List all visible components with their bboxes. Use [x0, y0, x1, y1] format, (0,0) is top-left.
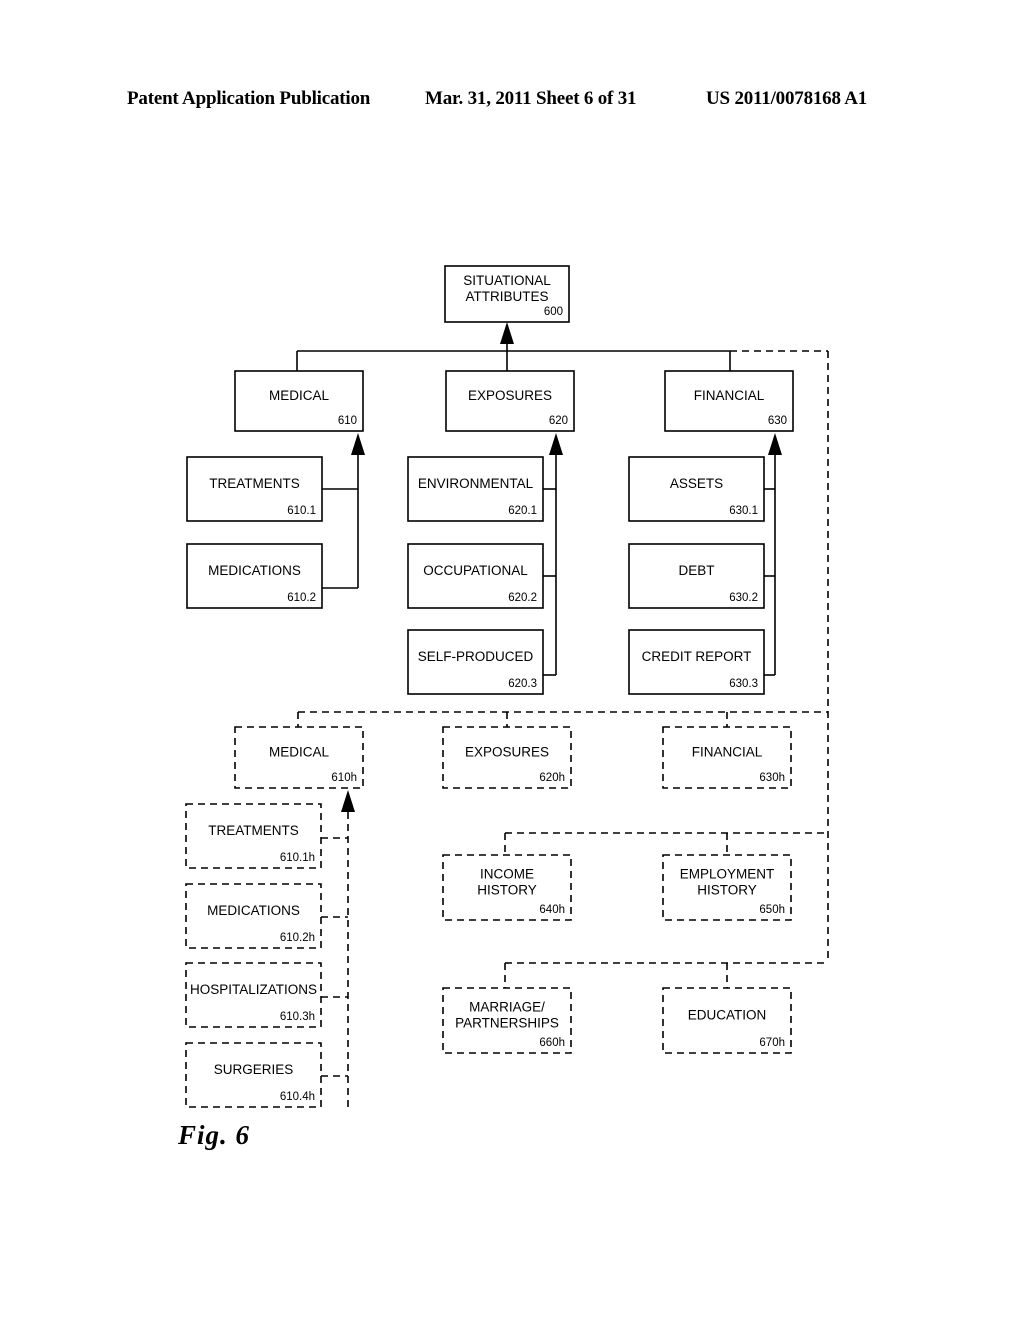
- diagram-node-n600[interactable]: SITUATIONALATTRIBUTES 600: [444, 265, 570, 323]
- arrowhead-to-610: [351, 433, 365, 455]
- diagram-node-n630_3[interactable]: CREDIT REPORT 630.3: [628, 629, 765, 695]
- node-label: ASSETS: [670, 476, 723, 491]
- node-label: MEDICAL: [269, 388, 330, 403]
- node-reference-number: 620.3: [508, 678, 537, 690]
- node-reference-number: 670h: [759, 1037, 785, 1049]
- node-label: FINANCIAL: [694, 388, 765, 403]
- diagram-node-n670h[interactable]: EDUCATION 670h: [662, 987, 792, 1054]
- diagram-node-n610_1[interactable]: TREATMENTS 610.1: [186, 456, 323, 522]
- diagram-canvas: SITUATIONALATTRIBUTES 600 MEDICAL 610 EXPOSU…: [185, 265, 829, 1110]
- diagram-node-n620[interactable]: EXPOSURES 620: [445, 370, 575, 432]
- node-reference-number: 620.1: [508, 505, 537, 517]
- node-label: MEDICATIONS: [207, 903, 300, 918]
- node-label: ENVIRONMENTAL: [418, 476, 534, 491]
- node-reference-number: 610.2h: [280, 932, 315, 944]
- node-label: HISTORY: [697, 883, 757, 898]
- node-reference-number: 610.1: [287, 505, 316, 517]
- diagram-node-n630_2[interactable]: DEBT 630.2: [628, 543, 765, 609]
- diagram-node-n630[interactable]: FINANCIAL630: [664, 370, 794, 432]
- node-reference-number: 640h: [539, 904, 565, 916]
- node-reference-number: 620: [549, 415, 568, 427]
- node-label: EDUCATION: [688, 1008, 767, 1023]
- node-label: SITUATIONAL: [463, 273, 551, 288]
- node-label: ATTRIBUTES: [465, 289, 548, 304]
- diagram-node-n620h[interactable]: EXPOSURES 620h: [442, 726, 572, 789]
- node-label: EXPOSURES: [468, 388, 552, 403]
- node-label: CREDIT REPORT: [642, 649, 752, 664]
- node-label: HISTORY: [477, 883, 537, 898]
- node-label: PARTNERSHIPS: [455, 1016, 559, 1031]
- node-reference-number: 650h: [759, 904, 785, 916]
- diagram-node-n610_3h[interactable]: HOSPITALIZATIONS 610.3h: [185, 962, 322, 1028]
- patent-figure-page: Patent Application Publication Mar. 31, …: [0, 0, 1024, 1320]
- node-reference-number: 660h: [539, 1037, 565, 1049]
- diagram-node-n630h[interactable]: FINANCIAL 630h: [662, 726, 792, 789]
- node-label: INCOME: [480, 867, 534, 882]
- diagram-node-n610h[interactable]: MEDICAL610h: [234, 726, 364, 789]
- diagram-nodes: SITUATIONALATTRIBUTES 600 MEDICAL 610 EXPOSU…: [185, 265, 794, 1108]
- diagram-node-n650h[interactable]: EMPLOYMENTHISTORY650h: [662, 854, 792, 921]
- node-label: DEBT: [678, 563, 714, 578]
- node-label: MEDICAL: [269, 745, 330, 760]
- arrowhead-to-620: [549, 433, 563, 455]
- node-reference-number: 630h: [759, 772, 785, 784]
- node-label: HOSPITALIZATIONS: [190, 982, 317, 997]
- diagram-node-n610_2h[interactable]: MEDICATIONS 610.2h: [185, 883, 322, 949]
- diagram-node-n640h[interactable]: INCOMEHISTORY640h: [442, 854, 572, 921]
- node-label: EMPLOYMENT: [680, 867, 775, 882]
- diagram-node-n620_1[interactable]: ENVIRONMENTAL 620.1: [407, 456, 544, 522]
- node-reference-number: 610: [338, 415, 357, 427]
- node-reference-number: 610.2: [287, 592, 316, 604]
- diagram-node-n610_2[interactable]: MEDICATIONS 610.2: [186, 543, 323, 609]
- node-reference-number: 630.3: [729, 678, 758, 690]
- node-label: SURGERIES: [214, 1062, 294, 1077]
- diagram-node-n610_1h[interactable]: TREATMENTS 610.1h: [185, 803, 322, 869]
- node-label: FINANCIAL: [692, 745, 763, 760]
- node-label: EXPOSURES: [465, 745, 549, 760]
- diagram-node-n630_1[interactable]: ASSETS 630.1: [628, 456, 765, 522]
- node-reference-number: 600: [544, 306, 563, 318]
- node-reference-number: 620.2: [508, 592, 537, 604]
- diagram-node-n620_3[interactable]: SELF-PRODUCED 620.3: [407, 629, 544, 695]
- arrowhead-to-600: [500, 322, 514, 344]
- node-label: MARRIAGE/: [469, 1000, 545, 1015]
- node-reference-number: 610h: [331, 772, 357, 784]
- node-reference-number: 610.3h: [280, 1011, 315, 1023]
- node-label: TREATMENTS: [209, 476, 300, 491]
- node-reference-number: 630: [768, 415, 787, 427]
- node-label: SELF-PRODUCED: [418, 649, 534, 664]
- node-reference-number: 630.2: [729, 592, 758, 604]
- diagram-node-n620_2[interactable]: OCCUPATIONAL 620.2: [407, 543, 544, 609]
- diagram-node-n610_4h[interactable]: SURGERIES 610.4h: [185, 1042, 322, 1108]
- node-reference-number: 630.1: [729, 505, 758, 517]
- node-label: MEDICATIONS: [208, 563, 301, 578]
- diagram-node-n660h[interactable]: MARRIAGE/PARTNERSHIPS 660h: [442, 987, 572, 1054]
- node-label: OCCUPATIONAL: [423, 563, 528, 578]
- node-reference-number: 610.1h: [280, 852, 315, 864]
- node-label: TREATMENTS: [208, 823, 299, 838]
- node-reference-number: 620h: [539, 772, 565, 784]
- node-reference-number: 610.4h: [280, 1091, 315, 1103]
- arrowhead-to-610h: [341, 790, 355, 812]
- arrowhead-to-630: [768, 433, 782, 455]
- figure-label: Fig. 6: [178, 1120, 251, 1150]
- diagram-node-n610[interactable]: MEDICAL 610: [234, 370, 364, 432]
